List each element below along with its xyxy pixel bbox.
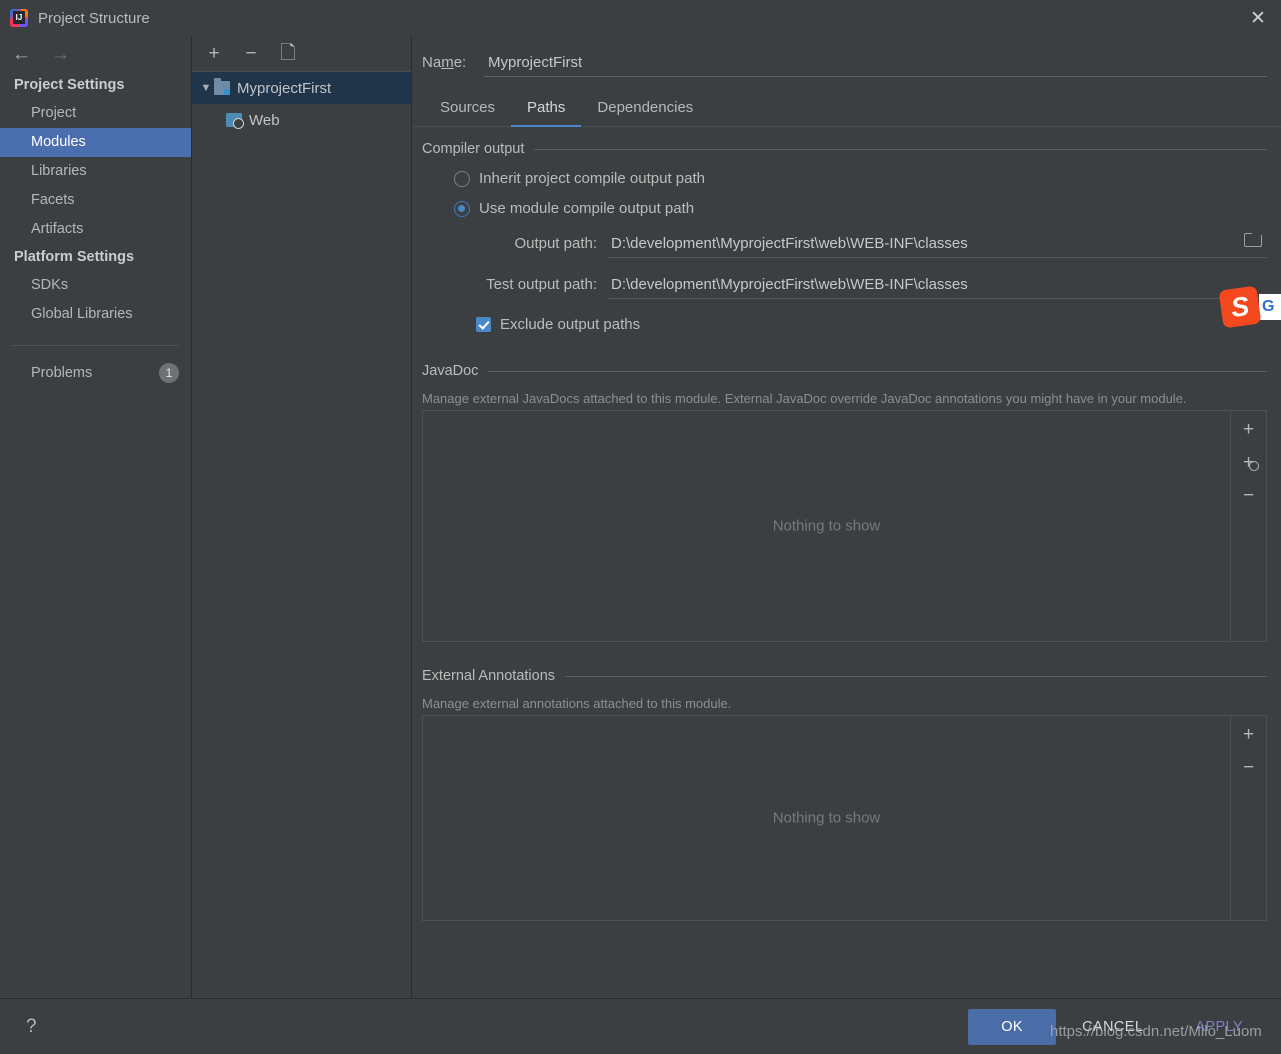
javadoc-section-header: JavaDoc <box>422 363 1267 379</box>
javadoc-list-block: Nothing to show + + − <box>422 410 1267 642</box>
arrow-left-icon[interactable]: ← <box>12 45 31 64</box>
settings-sidebar: ← → Project Settings Project Modules Lib… <box>0 36 192 998</box>
radio-use-module-output[interactable]: Use module compile output path <box>454 200 1281 217</box>
javadoc-empty-text: Nothing to show <box>423 518 1230 535</box>
tree-node-label: Web <box>249 112 280 129</box>
module-tabs: Sources Paths Dependencies <box>412 93 1281 127</box>
external-annotations-section-header: External Annotations <box>422 668 1267 684</box>
checkbox-label: Exclude output paths <box>500 316 640 333</box>
output-path-field-wrap <box>607 235 1267 258</box>
section-title: External Annotations <box>422 668 555 684</box>
title-bar: Project Structure ✕ <box>0 0 1281 36</box>
section-title: JavaDoc <box>422 363 478 379</box>
radio-inherit-project-output[interactable]: Inherit project compile output path <box>454 170 1281 187</box>
problems-label: Problems <box>31 365 159 381</box>
sidebar-item-artifacts[interactable]: Artifacts <box>0 215 191 244</box>
minus-icon[interactable]: − <box>1237 756 1261 778</box>
arrow-right-icon[interactable]: → <box>51 45 70 64</box>
output-path-row: Output path: <box>422 235 1267 258</box>
footer-buttons: OK CANCEL APPLY <box>968 1009 1281 1045</box>
sidebar-divider <box>12 345 179 346</box>
output-path-input[interactable] <box>607 235 1267 258</box>
dialog-footer: ? OK CANCEL APPLY <box>0 998 1281 1054</box>
copy-icon[interactable]: 🗋 <box>278 44 298 64</box>
javadoc-list[interactable]: Nothing to show <box>422 410 1231 642</box>
test-output-path-field-wrap <box>607 276 1267 299</box>
sidebar-item-global-libraries[interactable]: Global Libraries <box>0 300 191 329</box>
modules-tree-toolbar: + − 🗋 <box>192 36 411 72</box>
platform-settings-header: Platform Settings <box>0 244 191 271</box>
external-annotations-list[interactable]: Nothing to show <box>422 715 1231 921</box>
sidebar-item-libraries[interactable]: Libraries <box>0 157 191 186</box>
plus-icon[interactable]: + <box>1237 418 1261 440</box>
radio-label: Use module compile output path <box>479 200 694 217</box>
external-annotations-list-block: Nothing to show + − <box>422 715 1267 921</box>
test-output-path-input[interactable] <box>607 276 1267 299</box>
tree-node-label: MyprojectFirst <box>237 80 331 97</box>
section-rule <box>488 371 1267 372</box>
plus-icon[interactable]: + <box>204 44 224 64</box>
problems-count-badge: 1 <box>159 363 179 383</box>
radio-icon-selected <box>454 201 470 217</box>
module-name-row: Name: <box>412 36 1281 77</box>
radio-icon-unselected <box>454 171 470 187</box>
module-detail-pane: Name: Sources Paths Dependencies Compile… <box>412 36 1281 998</box>
section-rule <box>565 676 1267 677</box>
ok-button[interactable]: OK <box>968 1009 1056 1045</box>
checkbox-exclude-output-paths[interactable]: Exclude output paths <box>476 316 1281 333</box>
plus-url-icon[interactable]: + <box>1237 451 1261 473</box>
tab-paths[interactable]: Paths <box>511 93 581 127</box>
tree-node-web[interactable]: Web <box>192 104 411 136</box>
chevron-down-icon[interactable]: ▼ <box>198 82 214 94</box>
module-name-input[interactable] <box>484 52 1267 77</box>
plus-icon[interactable]: + <box>1237 723 1261 745</box>
module-name-label: Name: <box>422 54 484 71</box>
minus-icon[interactable]: − <box>241 44 261 64</box>
compiler-output-section-header: Compiler output <box>422 141 1267 157</box>
test-output-path-label: Test output path: <box>422 276 607 293</box>
sidebar-item-problems[interactable]: Problems 1 <box>0 358 191 387</box>
folder-browse-icon[interactable] <box>1244 233 1261 247</box>
test-output-path-row: Test output path: <box>422 276 1267 299</box>
external-annotations-empty-text: Nothing to show <box>423 810 1230 827</box>
checkbox-icon-checked <box>476 317 491 332</box>
sidebar-item-project[interactable]: Project <box>0 99 191 128</box>
sidebar-item-sdks[interactable]: SDKs <box>0 271 191 300</box>
radio-label: Inherit project compile output path <box>479 170 705 187</box>
external-annotations-hint: Manage external annotations attached to … <box>422 696 1267 711</box>
section-title: Compiler output <box>422 141 524 157</box>
external-annotations-list-buttons: + − <box>1231 715 1267 921</box>
sidebar-item-modules[interactable]: Modules <box>0 128 191 157</box>
sidebar-item-facets[interactable]: Facets <box>0 186 191 215</box>
help-icon[interactable]: ? <box>26 1016 37 1038</box>
name-mnemonic: m <box>441 54 454 71</box>
javadoc-hint: Manage external JavaDocs attached to thi… <box>422 391 1267 406</box>
window-title: Project Structure <box>38 10 150 27</box>
output-path-label: Output path: <box>422 235 607 252</box>
tab-sources[interactable]: Sources <box>424 93 511 127</box>
minus-icon[interactable]: − <box>1237 484 1261 506</box>
tree-node-module[interactable]: ▼ MyprojectFirst <box>192 72 411 104</box>
navigation-arrows: ← → <box>0 36 191 72</box>
dialog-body: ← → Project Settings Project Modules Lib… <box>0 36 1281 998</box>
cancel-button[interactable]: CANCEL <box>1056 1009 1169 1045</box>
javadoc-list-buttons: + + − <box>1231 410 1267 642</box>
module-icon <box>214 81 230 95</box>
project-settings-header: Project Settings <box>0 72 191 99</box>
close-icon[interactable]: ✕ <box>1235 0 1281 36</box>
section-rule <box>534 149 1267 150</box>
tab-dependencies[interactable]: Dependencies <box>581 93 709 127</box>
apply-button[interactable]: APPLY <box>1169 1009 1269 1045</box>
modules-tree-pane: + − 🗋 ▼ MyprojectFirst Web <box>192 36 412 998</box>
intellij-idea-logo-icon <box>10 9 28 27</box>
web-facet-icon <box>226 113 242 127</box>
